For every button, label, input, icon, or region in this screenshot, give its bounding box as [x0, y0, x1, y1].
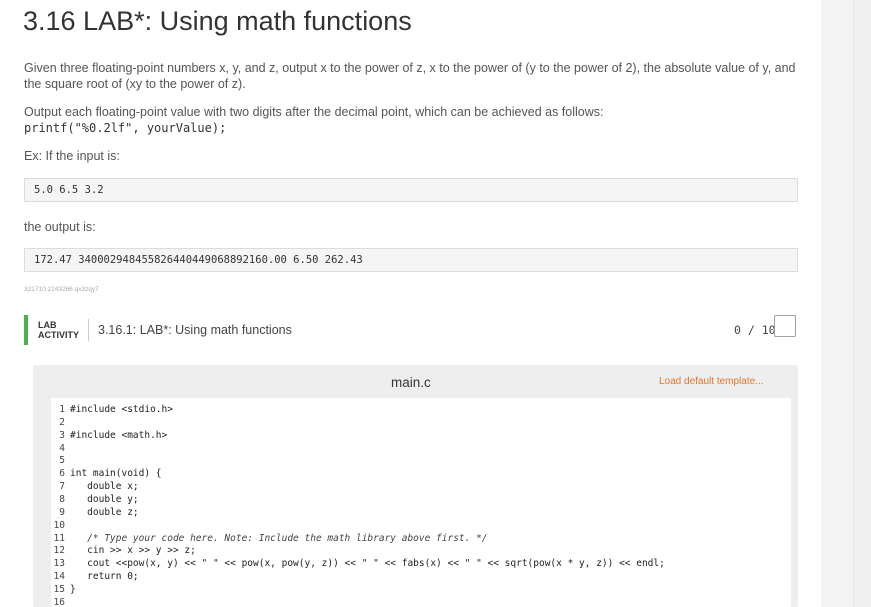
line-number: 12: [53, 545, 65, 557]
completion-checkbox-icon: [774, 315, 796, 337]
code-text: double y;: [70, 493, 139, 505]
description-paragraph: Given three floating-point numbers x, y,…: [24, 61, 796, 91]
line-number: 4: [59, 442, 65, 454]
code-text: double x;: [70, 481, 139, 493]
code-editor-panel: main.c Load default template... 1 #includ…: [33, 365, 798, 607]
format-instructions: Output each floating-point value with tw…: [24, 105, 604, 119]
line-number: 9: [59, 506, 65, 518]
code-line[interactable]: 14 return 0;: [51, 570, 139, 583]
code-line[interactable]: 1 #include <stdio.h>: [51, 403, 173, 416]
code-text: cin >> x >> y >> z;: [70, 545, 196, 557]
code-text: #include <stdio.h>: [70, 404, 173, 415]
lab-score: 0 / 10: [734, 323, 776, 337]
line-number: 1: [59, 404, 65, 415]
page-title: 3.16 LAB*: Using math functions: [23, 6, 412, 36]
line-number: 6: [59, 468, 65, 480]
code-line[interactable]: 12 cin >> x >> y >> z;: [51, 544, 196, 557]
line-number: 15: [53, 583, 65, 595]
line-number: 13: [53, 558, 65, 570]
page-scrollbar[interactable]: [821, 0, 871, 607]
code-line[interactable]: 3 #include <math.h>: [51, 429, 167, 442]
line-number: 8: [59, 493, 65, 505]
line-number: 10: [53, 519, 65, 531]
line-number: 14: [53, 571, 65, 583]
code-line[interactable]: 5: [51, 454, 70, 467]
code-line[interactable]: 15}: [51, 583, 76, 596]
code-editor[interactable]: 1 #include <stdio.h> 2 3 #include <math.h> 4 5…: [51, 398, 791, 607]
line-number: 7: [59, 481, 65, 493]
code-text: /* Type your code here. Note: Include th…: [70, 532, 488, 544]
printf-example: printf("%0.2lf", yourValue);: [24, 121, 227, 135]
line-number: 3: [59, 429, 65, 441]
code-text: int main(void) {: [70, 468, 162, 480]
line-number: 2: [59, 416, 65, 428]
lab-tag-line1: LAB: [38, 320, 57, 330]
code-text: }: [70, 583, 76, 595]
code-text: return 0;: [70, 571, 139, 583]
scrollbar-track[interactable]: [821, 0, 854, 607]
code-line[interactable]: 2: [51, 416, 70, 429]
code-line[interactable]: 8 double y;: [51, 493, 139, 506]
code-text: cout <<pow(x, y) << " " << pow(x, pow(y,…: [70, 558, 665, 570]
lab-divider: [88, 319, 89, 341]
example-output-box: 172.47 340002948455826440449068892160.00…: [24, 248, 798, 272]
code-line[interactable]: 16: [51, 596, 70, 607]
line-number: 5: [59, 455, 65, 467]
code-line[interactable]: 10: [51, 519, 70, 532]
code-text: #include <math.h>: [70, 429, 168, 441]
code-text: double z;: [70, 506, 139, 518]
lab-activity-header: LAB ACTIVITY 3.16.1: LAB*: Using math fu…: [24, 315, 799, 345]
lab-activity-tag: LAB ACTIVITY: [38, 320, 79, 340]
lab-tag-line2: ACTIVITY: [38, 330, 80, 340]
code-line[interactable]: 6 int main(void) {: [51, 467, 162, 480]
lab-title: 3.16.1: LAB*: Using math functions: [98, 323, 292, 337]
line-number: 11: [53, 532, 65, 544]
example-intro: Ex: If the input is:: [24, 149, 120, 163]
example-input-box: 5.0 6.5 3.2: [24, 178, 798, 202]
line-number: 16: [53, 596, 65, 607]
code-line[interactable]: 13 cout <<pow(x, y) << " " << pow(x, pow…: [51, 557, 665, 570]
code-line[interactable]: 4: [51, 442, 70, 455]
output-intro: the output is:: [24, 220, 96, 234]
code-line[interactable]: 7 double x;: [51, 480, 139, 493]
code-line[interactable]: 11 /* Type your code here. Note: Include…: [51, 532, 488, 545]
file-name: main.c: [391, 375, 431, 390]
load-default-template-link[interactable]: Load default template...: [659, 376, 764, 387]
code-line[interactable]: 9 double z;: [51, 506, 139, 519]
activity-id: 321710.2243266.qx3zqy7: [24, 286, 99, 293]
